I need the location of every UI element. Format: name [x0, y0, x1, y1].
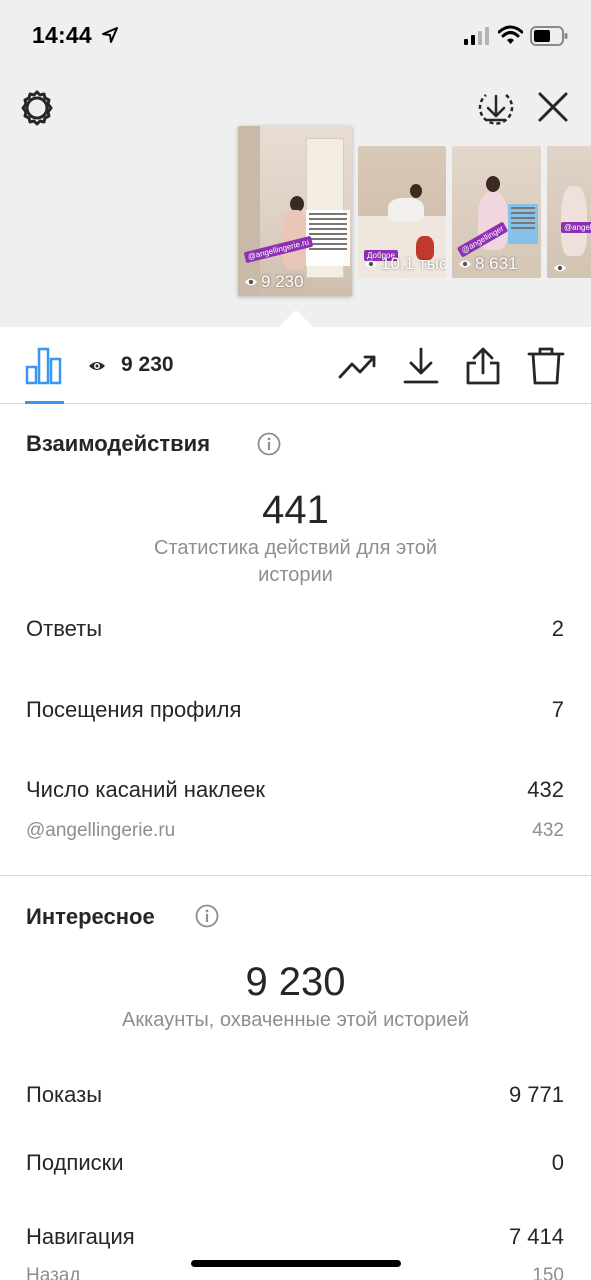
discovery-title: Интересное [26, 904, 155, 929]
story-thumbnail[interactable]: @angellinger 8 631 [452, 146, 541, 278]
story-preview-area: 14:44 @angellingerie.ru 9 230 Доброе 10,… [0, 0, 591, 327]
sticker-mention-value: 432 [532, 820, 564, 841]
story-views: 9 230 [238, 272, 352, 292]
story-thumbnail[interactable]: @angelli [547, 146, 591, 278]
profile-visits-label: Посещения профиля [26, 697, 242, 722]
story-thumbnail-selected[interactable]: @angellingerie.ru 9 230 [238, 126, 352, 296]
info-icon[interactable] [195, 904, 219, 928]
interactions-caption: Статистика действий для этой истории [154, 537, 437, 586]
follows-value: 0 [551, 1150, 564, 1175]
back-label: Назад [26, 1265, 81, 1280]
reach-total: 9 230 [245, 960, 346, 1004]
location-arrow-icon [102, 27, 118, 43]
selected-story-pointer [279, 310, 313, 327]
info-icon[interactable] [257, 432, 281, 456]
back-value: 150 [532, 1265, 564, 1280]
story-action-bar: 9 230 [0, 327, 591, 404]
eye-icon [365, 260, 377, 268]
eye-icon [459, 260, 471, 268]
story-thumbnail[interactable]: Доброе 10,1 тыс [358, 146, 446, 278]
impressions-value: 9 771 [508, 1082, 564, 1107]
story-views-count: 8 631 [475, 254, 518, 273]
status-time: 14:44 [32, 22, 92, 48]
wifi-icon [498, 25, 523, 44]
save-circle-icon[interactable] [476, 88, 516, 128]
section-divider [0, 875, 591, 876]
interactions-total: 441 [262, 488, 329, 532]
active-tab-indicator [25, 401, 64, 404]
navigation-value: 7 414 [508, 1224, 564, 1249]
impressions-label: Показы [26, 1082, 103, 1107]
interactions-title: Взаимодействия [26, 431, 211, 456]
insights-bar-chart-icon[interactable] [25, 347, 63, 385]
story-views-count: 9 230 [121, 353, 174, 376]
cellular-signal-icon [464, 27, 489, 45]
story-sticker-tag: @angelli [561, 222, 591, 233]
battery-icon [530, 26, 568, 46]
story-views: 10,1 тыс [358, 254, 446, 274]
settings-gear-icon[interactable] [17, 88, 57, 128]
replies-label: Ответы [26, 616, 103, 641]
sticker-mention-label: @angellingerie.ru [26, 820, 176, 841]
story-views [547, 262, 591, 274]
home-indicator[interactable] [191, 1260, 401, 1267]
promote-trend-icon[interactable] [336, 345, 378, 387]
story-views: 8 631 [452, 254, 541, 274]
close-icon[interactable] [534, 88, 572, 126]
status-bar: 14:44 [0, 0, 591, 72]
download-icon[interactable] [400, 345, 442, 387]
story-views-count: 9 230 [261, 272, 304, 291]
profile-visits-value: 7 [551, 697, 564, 722]
sticker-taps-label: Число касаний наклеек [26, 777, 265, 802]
eye-icon [89, 362, 105, 370]
eye-icon [554, 264, 566, 272]
sticker-taps-value: 432 [527, 777, 564, 802]
navigation-label: Навигация [26, 1224, 135, 1249]
replies-value: 2 [551, 616, 564, 641]
share-icon[interactable] [462, 345, 504, 387]
reach-caption: Аккаунты, охваченные этой историей [122, 1009, 469, 1031]
follows-label: Подписки [26, 1150, 124, 1175]
eye-icon [245, 278, 257, 286]
story-views-count: 10,1 тыс [381, 254, 446, 273]
trash-icon[interactable] [525, 345, 567, 387]
